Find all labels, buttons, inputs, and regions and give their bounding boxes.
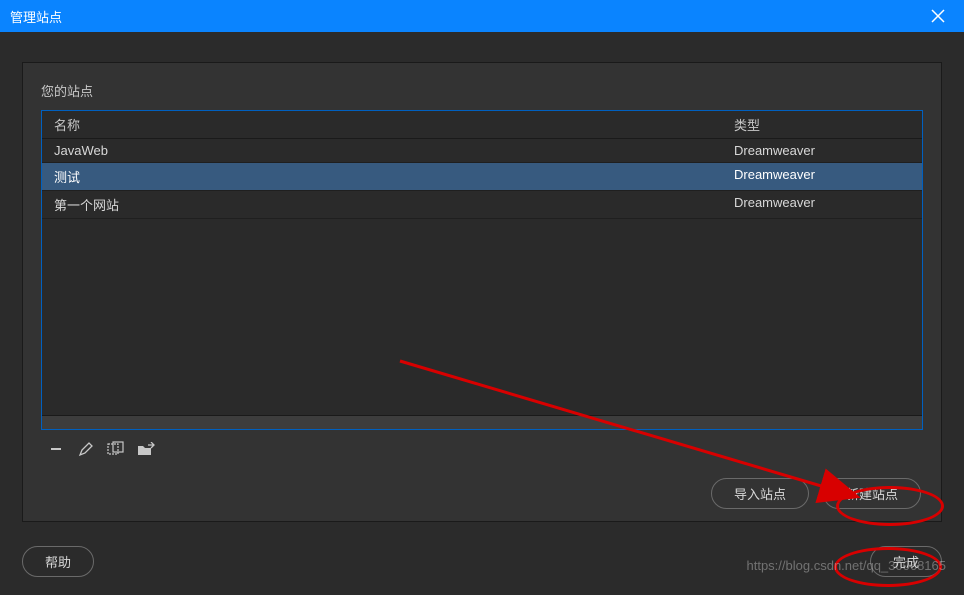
- column-type[interactable]: 类型: [734, 115, 910, 134]
- dialog-footer: 帮助 完成: [22, 546, 942, 577]
- cell-type: Dreamweaver: [734, 167, 910, 186]
- close-icon[interactable]: [922, 0, 954, 32]
- table-row[interactable]: 第一个网站Dreamweaver: [42, 191, 922, 219]
- duplicate-icon[interactable]: [107, 440, 125, 458]
- help-button[interactable]: 帮助: [22, 546, 94, 577]
- table-header: 名称 类型: [42, 111, 922, 138]
- table-row[interactable]: 测试Dreamweaver: [42, 163, 922, 191]
- dialog-content: 您的站点 名称 类型 JavaWebDreamweaver测试Dreamweav…: [0, 32, 964, 537]
- cell-type: Dreamweaver: [734, 195, 910, 214]
- new-site-button[interactable]: 新建站点: [823, 478, 921, 509]
- remove-icon[interactable]: [47, 440, 65, 458]
- panel-heading: 您的站点: [41, 81, 923, 100]
- window-title: 管理站点: [10, 7, 62, 26]
- cell-type: Dreamweaver: [734, 143, 910, 158]
- import-site-button[interactable]: 导入站点: [711, 478, 809, 509]
- table-scrollbar[interactable]: [42, 415, 922, 429]
- done-button[interactable]: 完成: [870, 546, 942, 577]
- cell-name: 第一个网站: [54, 195, 734, 214]
- panel-actions: 导入站点 新建站点: [41, 478, 923, 509]
- export-icon[interactable]: [137, 440, 155, 458]
- column-name[interactable]: 名称: [54, 115, 734, 134]
- titlebar: 管理站点: [0, 0, 964, 32]
- table-body: JavaWebDreamweaver测试Dreamweaver第一个网站Drea…: [42, 138, 922, 415]
- cell-name: 测试: [54, 167, 734, 186]
- sites-table: 名称 类型 JavaWebDreamweaver测试Dreamweaver第一个…: [41, 110, 923, 430]
- cell-name: JavaWeb: [54, 143, 734, 158]
- edit-icon[interactable]: [77, 440, 95, 458]
- table-toolbar: [41, 430, 923, 464]
- table-row[interactable]: JavaWebDreamweaver: [42, 139, 922, 163]
- sites-panel: 您的站点 名称 类型 JavaWebDreamweaver测试Dreamweav…: [22, 62, 942, 522]
